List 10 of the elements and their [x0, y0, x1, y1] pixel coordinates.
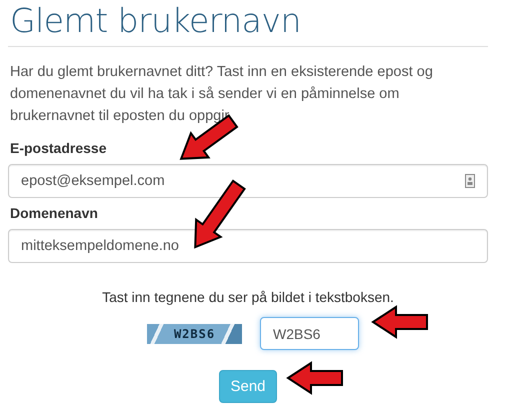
captcha-instruction: Tast inn tegnene du ser på bildet i tekstboksen.: [102, 289, 394, 305]
page-title: Glemt brukernavn: [8, 0, 488, 47]
input-field[interactable]: mitteksempeldomene.no: [8, 229, 488, 263]
captcha-image: W2BS6: [147, 324, 242, 344]
captcha-field[interactable]: W2BS6: [260, 317, 359, 350]
field-label: E-postadresse: [10, 139, 108, 157]
arrow-icon: [372, 306, 428, 338]
arrow-icon: [287, 362, 343, 394]
input-field[interactable]: epost@eksempel.com: [8, 164, 488, 198]
field-label: Domenenavn: [10, 204, 99, 222]
